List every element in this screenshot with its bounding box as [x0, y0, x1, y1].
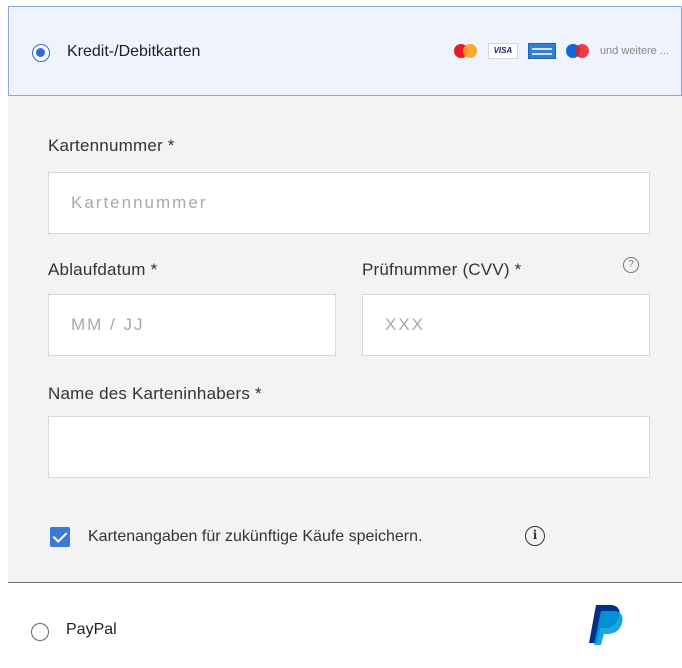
- mastercard-icon: [453, 43, 478, 59]
- cvv-label: Prüfnummer (CVV) *: [362, 260, 522, 279]
- paypal-option-label: PayPal: [66, 621, 117, 638]
- card-radio-button[interactable]: [32, 44, 50, 62]
- card-payment-option[interactable]: Kredit-/Debitkarten VISA und weitere ...: [8, 6, 682, 96]
- amex-icon: [527, 43, 556, 59]
- cvv-input[interactable]: [362, 294, 650, 356]
- visa-icon: VISA: [487, 43, 518, 59]
- holder-name-label: Name des Karteninhabers *: [48, 384, 262, 403]
- paypal-icon: [589, 605, 623, 645]
- save-card-checkbox[interactable]: [50, 527, 70, 547]
- card-logos: VISA und weitere ...: [453, 43, 669, 59]
- maestro-icon: [565, 43, 590, 59]
- holder-name-input[interactable]: [48, 416, 650, 478]
- card-number-label: Kartennummer *: [48, 136, 175, 155]
- save-card-label: Kartenangaben für zukünftige Käufe speic…: [88, 528, 423, 545]
- more-cards-text: und weitere ...: [599, 45, 669, 57]
- info-circle-icon[interactable]: i: [525, 526, 545, 546]
- paypal-radio-button[interactable]: [31, 623, 49, 641]
- card-form: Kartennummer * Ablaufdatum * Prüfnummer …: [8, 96, 682, 582]
- paypal-payment-option[interactable]: PayPal: [8, 582, 682, 668]
- question-circle-icon[interactable]: ?: [623, 257, 639, 273]
- expiry-input[interactable]: [48, 294, 336, 356]
- expiry-label: Ablaufdatum *: [48, 260, 158, 279]
- card-number-input[interactable]: [48, 172, 650, 234]
- card-option-label: Kredit-/Debitkarten: [67, 43, 201, 60]
